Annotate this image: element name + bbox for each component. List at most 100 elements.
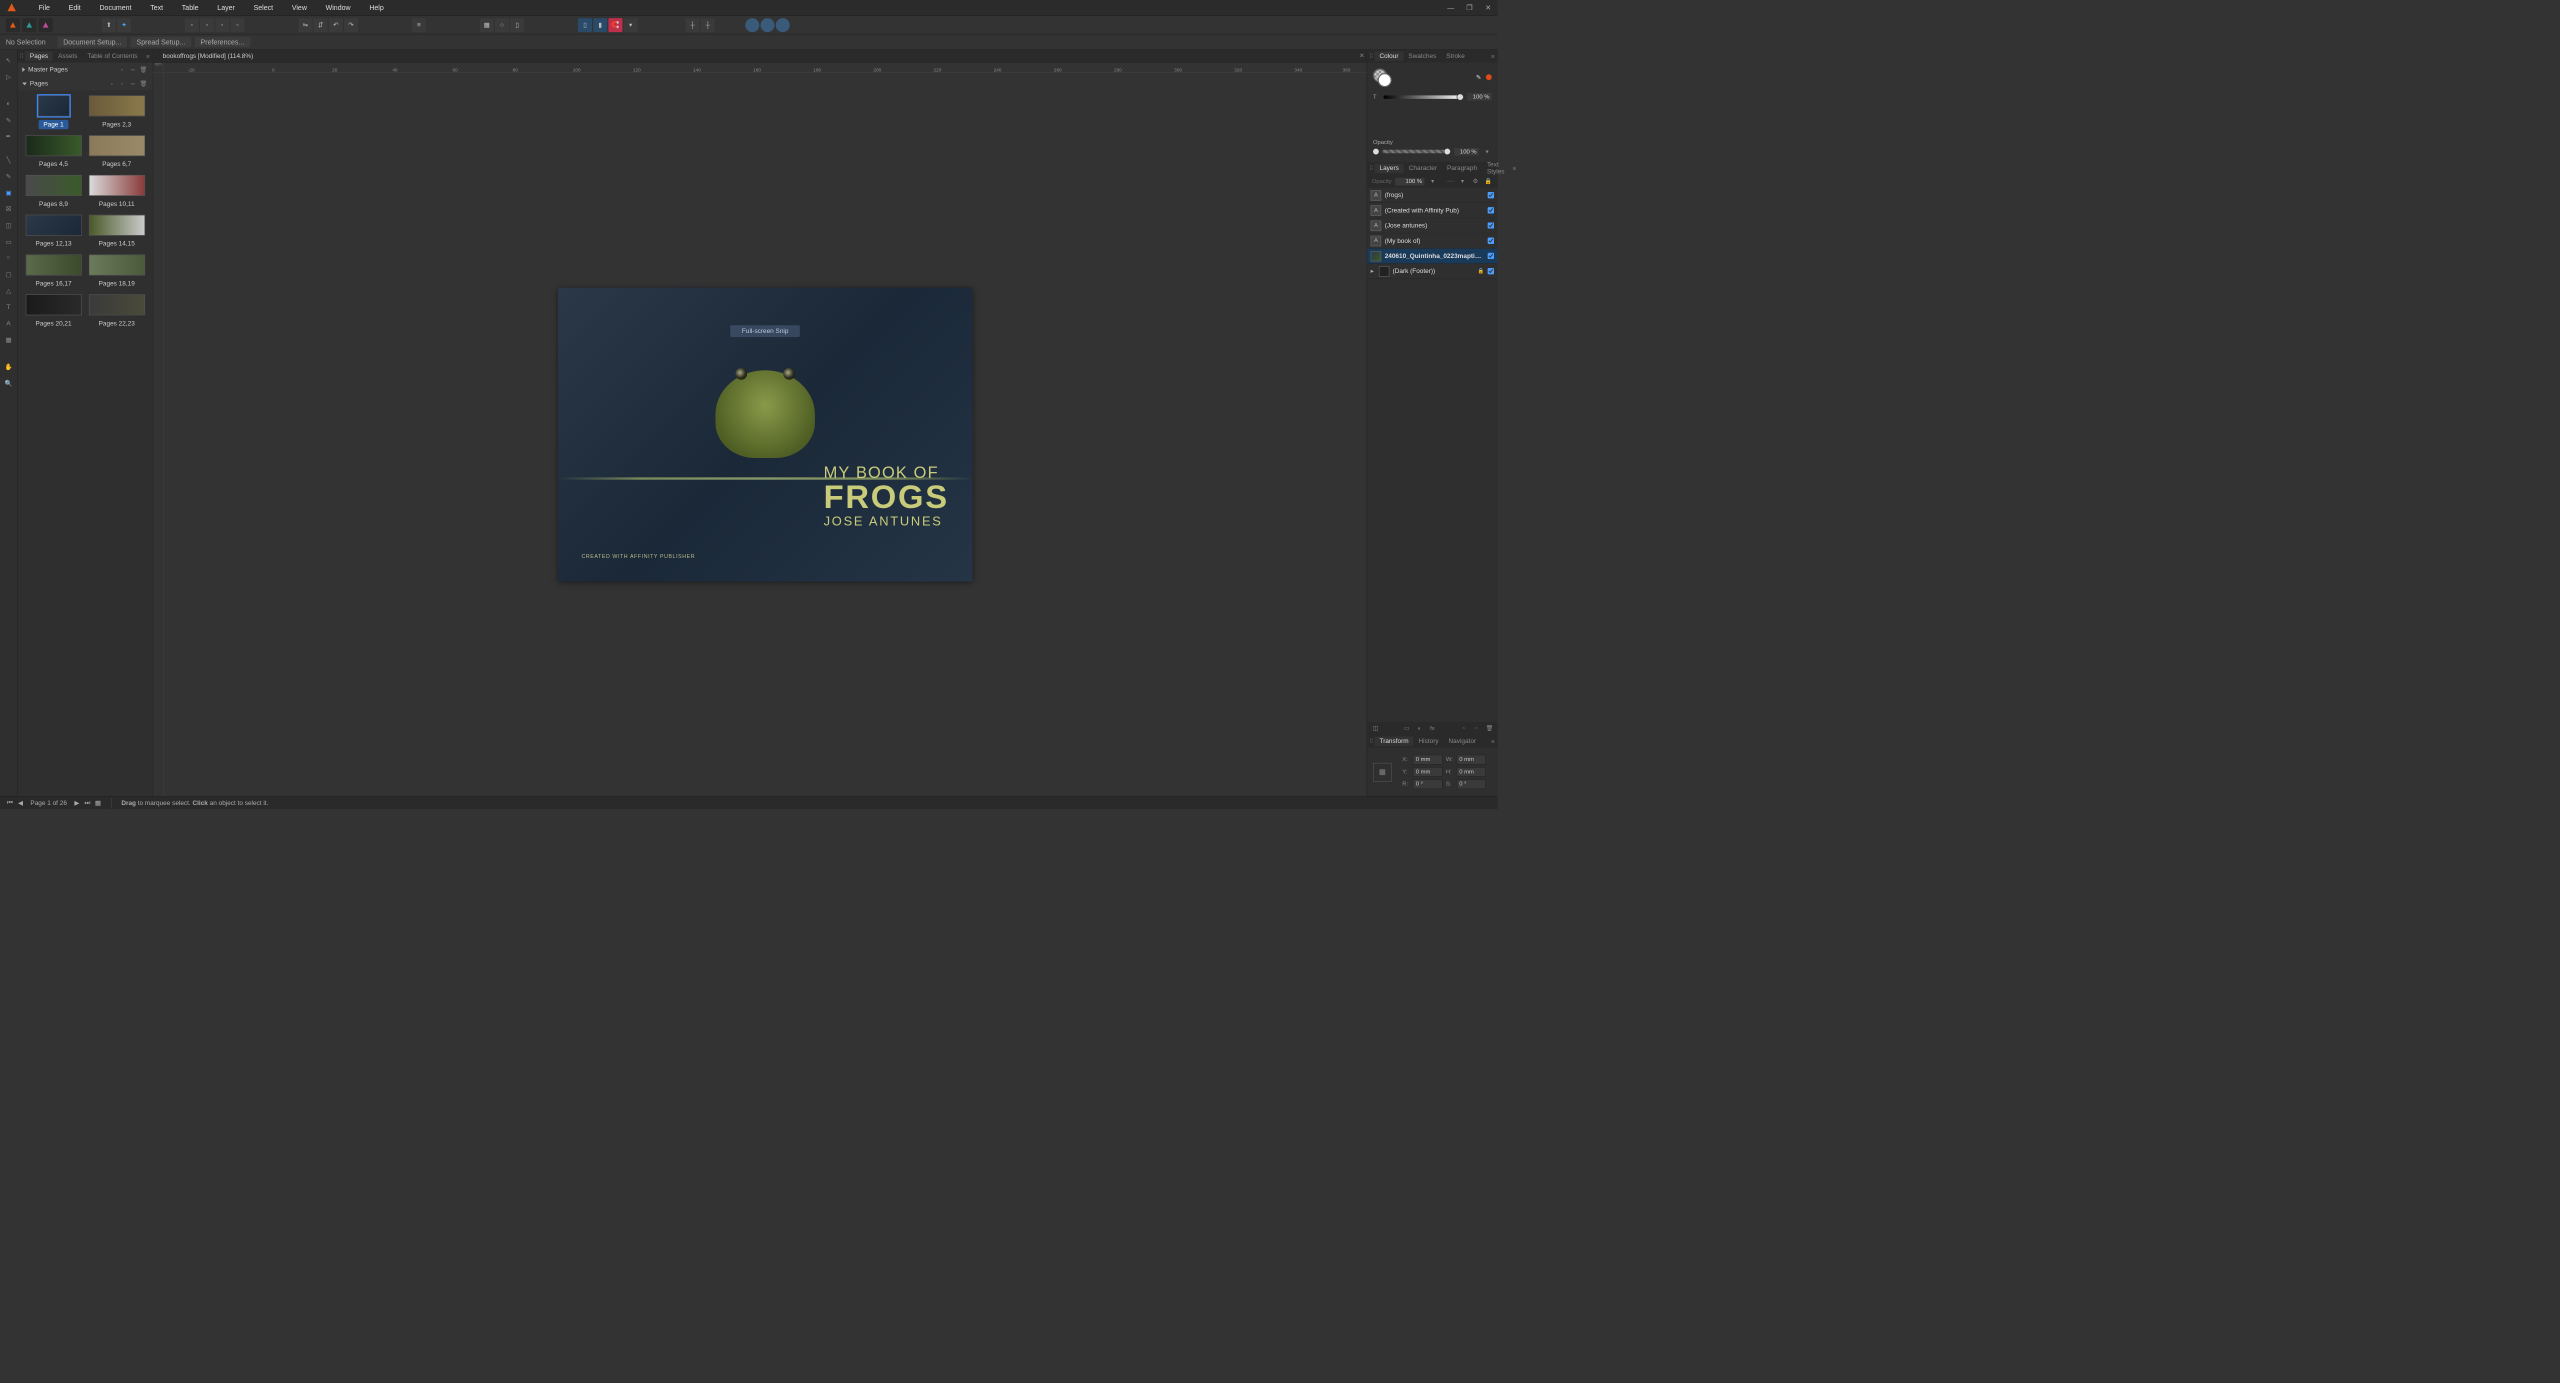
node-tool-icon[interactable]: ▷ [3,71,15,83]
master-expand-icon[interactable] [22,67,25,72]
layer-row[interactable]: ▸ (Dark (Footer)) 🔒 [1367,264,1497,279]
tint-value[interactable]: 100 % [1467,93,1492,101]
page-thumb-12-13[interactable] [25,215,81,236]
add-page-icon[interactable]: ▫ [118,79,127,88]
page-thumb-1[interactable] [38,95,70,116]
window-close[interactable]: ✕ [1479,0,1498,16]
fx-icon[interactable]: ✦ [117,18,131,32]
menu-edit[interactable]: Edit [59,0,90,16]
clip-canvas-icon[interactable] [761,18,775,32]
zoom-tool-icon[interactable]: 🔍 [3,377,15,389]
preferences-button[interactable]: Preferences... [195,37,250,48]
arrange-forward-icon[interactable]: ▫ [215,18,229,32]
pages-list[interactable]: Page 1 Pages 2,3 Pages 4,5 Pages 6,7 Pag… [18,91,153,797]
assets-tab[interactable]: Assets [53,51,82,60]
toc-tab[interactable]: Table of Contents [83,51,142,60]
stroke-tab[interactable]: Stroke [1442,51,1470,60]
menu-file[interactable]: File [29,0,59,16]
snapping-dropdown-icon[interactable]: ▾ [624,18,638,32]
page-canvas[interactable]: Full-screen Snip MY BOOK OF FROGS JOSE A… [558,288,972,582]
page-thumb-8-9[interactable] [25,175,81,196]
expand-layer-icon[interactable]: ▸ [1371,267,1374,275]
colour-tab[interactable]: Colour [1375,51,1403,60]
history-tab[interactable]: History [1414,737,1443,746]
fill-tool-icon[interactable]: ✎ [3,170,15,182]
page-thumb-4-5[interactable] [25,135,81,156]
page-thumb-14-15[interactable] [89,215,145,236]
arrange-backward-icon[interactable]: ▫ [200,18,214,32]
persona-designer[interactable] [22,18,36,32]
anchor-grid[interactable] [1373,763,1392,782]
layer-visible-checkbox[interactable] [1488,238,1494,244]
layer-lock-icon[interactable]: 🔒 [1484,177,1493,186]
arrange-front-icon[interactable]: ▫ [230,18,244,32]
document-setup-button[interactable]: Document Setup... [57,37,127,48]
spread-setup-button[interactable]: Spread Setup... [131,37,191,48]
pan-tool-icon[interactable]: ✋ [3,361,15,373]
flip-h-icon[interactable]: ⇋ [298,18,312,32]
crop-tool-icon[interactable]: ◫ [3,219,15,231]
transform-y-input[interactable] [1413,767,1443,777]
fx-label-icon[interactable]: fx [1428,724,1437,733]
preview-mode-icon[interactable] [745,18,759,32]
layer-status-icon[interactable]: ◫ [1371,724,1380,733]
ellipse-tool-icon[interactable]: ○ [3,252,15,264]
menu-table[interactable]: Table [172,0,208,16]
document-tab[interactable]: bookoffrogs [Modified] (114.8%) [158,51,258,60]
snap-bounds-icon[interactable]: ▯ [578,18,592,32]
add-layer-icon[interactable]: ▫ [1459,724,1468,733]
transform-r-input[interactable] [1413,779,1443,789]
delete-layer-icon[interactable]: 🗑 [1485,724,1494,733]
vector-brush-tool-icon[interactable]: ╲ [3,154,15,166]
single-page-icon[interactable]: ▫ [118,65,127,74]
layer-row[interactable]: A (frogs) [1367,188,1497,203]
picture-frame-tool-icon[interactable]: ▣ [3,187,15,199]
close-document-icon[interactable]: ✕ [1357,51,1366,60]
fill-swatch[interactable] [1378,73,1392,87]
triangle-tool-icon[interactable]: △ [3,285,15,297]
menu-view[interactable]: View [282,0,316,16]
window-restore[interactable]: ❐ [1460,0,1479,16]
move-tool-icon[interactable]: ↖ [3,54,15,66]
paintbrush-tool-icon[interactable]: ◐ [3,98,15,110]
persona-publisher[interactable] [6,18,20,32]
add-spread-icon[interactable]: ▫▫ [128,79,137,88]
page-thumb-20-21[interactable] [25,294,81,315]
opacity-dropdown-icon[interactable]: ▾ [1482,147,1491,156]
add-group-icon[interactable]: ▫ [1472,724,1481,733]
eyedropper-icon[interactable]: ✎ [1476,73,1481,81]
menu-text[interactable]: Text [141,0,173,16]
page-thumb-6-7[interactable] [89,135,145,156]
adjust-icon[interactable]: ◐ [1415,724,1424,733]
paragraph-tab[interactable]: Paragraph [1442,164,1481,173]
menu-layer[interactable]: Layer [208,0,244,16]
show-grid-icon[interactable]: ○ [495,18,509,32]
mask-icon[interactable]: ▭ [1402,724,1411,733]
layer-row[interactable]: A (Jose antunes) [1367,218,1497,233]
next-page-icon[interactable]: ▶ [73,799,81,807]
menu-window[interactable]: Window [316,0,360,16]
layer-visible-checkbox[interactable] [1488,253,1494,259]
layer-row[interactable]: A (My book of) [1367,233,1497,248]
menu-select[interactable]: Select [244,0,282,16]
menu-help[interactable]: Help [360,0,393,16]
prev-page-icon[interactable]: ◀ [16,799,24,807]
pages-tab[interactable]: Pages [25,51,53,60]
layer-settings-icon[interactable]: ⚙ [1471,177,1480,186]
menu-document[interactable]: Document [90,0,141,16]
first-page-icon[interactable]: ⏮ [6,799,14,807]
layer-visible-checkbox[interactable] [1488,192,1494,198]
character-tab[interactable]: Character [1404,164,1442,173]
delete-master-icon[interactable]: 🗑 [139,65,148,74]
layer-visible-checkbox[interactable] [1488,207,1494,213]
table-tool-icon[interactable]: ▦ [3,334,15,346]
artistic-text-tool-icon[interactable]: A [3,318,15,330]
pages-expand-icon[interactable] [22,82,27,85]
page-view-icon[interactable]: ▫ [107,79,116,88]
pen-tool-icon[interactable]: ✒ [3,130,15,142]
baseline-grid-icon[interactable]: ▦ [480,18,494,32]
flip-v-icon[interactable]: ⇵ [314,18,328,32]
delete-page-icon[interactable]: 🗑 [139,79,148,88]
transform-w-input[interactable] [1456,755,1486,765]
snapping-toggle-icon[interactable]: 🧲 [608,18,622,32]
